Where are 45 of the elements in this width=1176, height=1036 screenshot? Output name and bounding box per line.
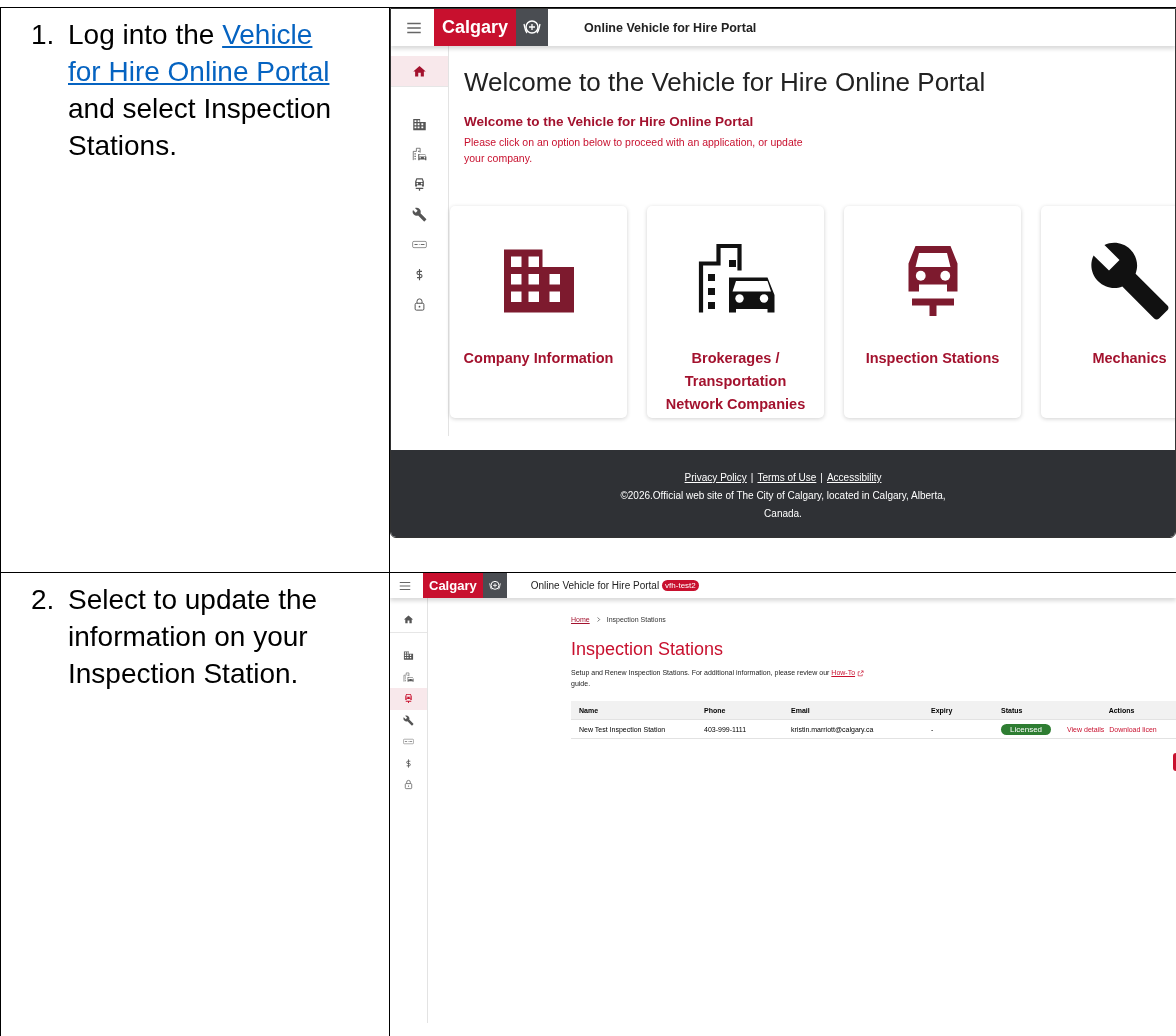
- footer-link[interactable]: Privacy Policy: [684, 472, 747, 483]
- building-car-icon: [403, 671, 414, 683]
- portal-title: Online Vehicle for Hire Portal: [530, 580, 660, 591]
- building-icon: [412, 116, 427, 132]
- home-icon: [412, 63, 427, 79]
- status-badge: Licensed: [1001, 723, 1052, 735]
- sidebar-item[interactable]: [391, 56, 448, 87]
- footer-link[interactable]: Accessibility: [826, 472, 882, 483]
- footer-link[interactable]: Terms of Use: [757, 472, 817, 483]
- intro-text: Please click on an option below to proceed with an application, or update your company.: [464, 135, 804, 166]
- step-number: 1.: [31, 18, 56, 52]
- dollar-icon: [403, 757, 414, 769]
- page-heading: Welcome to the Vehicle for Hire Online Portal: [464, 66, 987, 99]
- card-title: Company Information: [462, 349, 615, 368]
- step-instruction: Log into the Vehicle for Hire Online Portal and select Inspection Stations.: [68, 18, 333, 163]
- building-car-icon: [412, 146, 427, 162]
- home-icon: [403, 613, 414, 625]
- car-lift-icon: [412, 176, 427, 192]
- step-number: 2.: [31, 583, 56, 617]
- portal-link[interactable]: for Hire Online Portal: [68, 56, 330, 87]
- building-icon: [403, 650, 414, 662]
- option-card[interactable]: Inspection Stations: [844, 206, 1021, 418]
- separator: |: [820, 472, 823, 483]
- card-title: Mechanics: [1091, 349, 1168, 368]
- option-card[interactable]: Brokerages / Transportation Network Companies: [647, 206, 824, 418]
- welcome-subheading: Welcome to the Vehicle for Hire Online Portal: [464, 114, 755, 129]
- separator: |: [750, 472, 754, 483]
- lock-icon: [403, 779, 414, 791]
- wrench-icon: [403, 714, 414, 726]
- lock-icon: [412, 296, 427, 312]
- option-card[interactable]: Mechanics: [1041, 206, 1175, 418]
- card-title: Inspection Stations: [864, 349, 1001, 368]
- sidebar-item[interactable]: [390, 688, 427, 710]
- step-instruction: Select to update the information on your Inspection Station.: [68, 583, 319, 691]
- page-heading: Inspection Stations: [571, 639, 725, 660]
- external-link-icon: [857, 669, 864, 677]
- wrench-icon: [412, 206, 427, 222]
- portal-link[interactable]: Vehicle: [222, 19, 313, 50]
- car-lift-icon: [403, 693, 414, 705]
- environment-badge: vfh-test2: [662, 580, 699, 591]
- option-card[interactable]: Company Information: [450, 206, 627, 418]
- copyright-text: ©2026.Official web site of The City of Calgary, located in Calgary, Alberta, Canada.: [619, 489, 947, 521]
- portal-title: Online Vehicle for Hire Portal: [584, 20, 757, 35]
- action-button[interactable]: [1173, 753, 1176, 771]
- card-title: Brokerages / Transportation Network Companies: [664, 349, 807, 414]
